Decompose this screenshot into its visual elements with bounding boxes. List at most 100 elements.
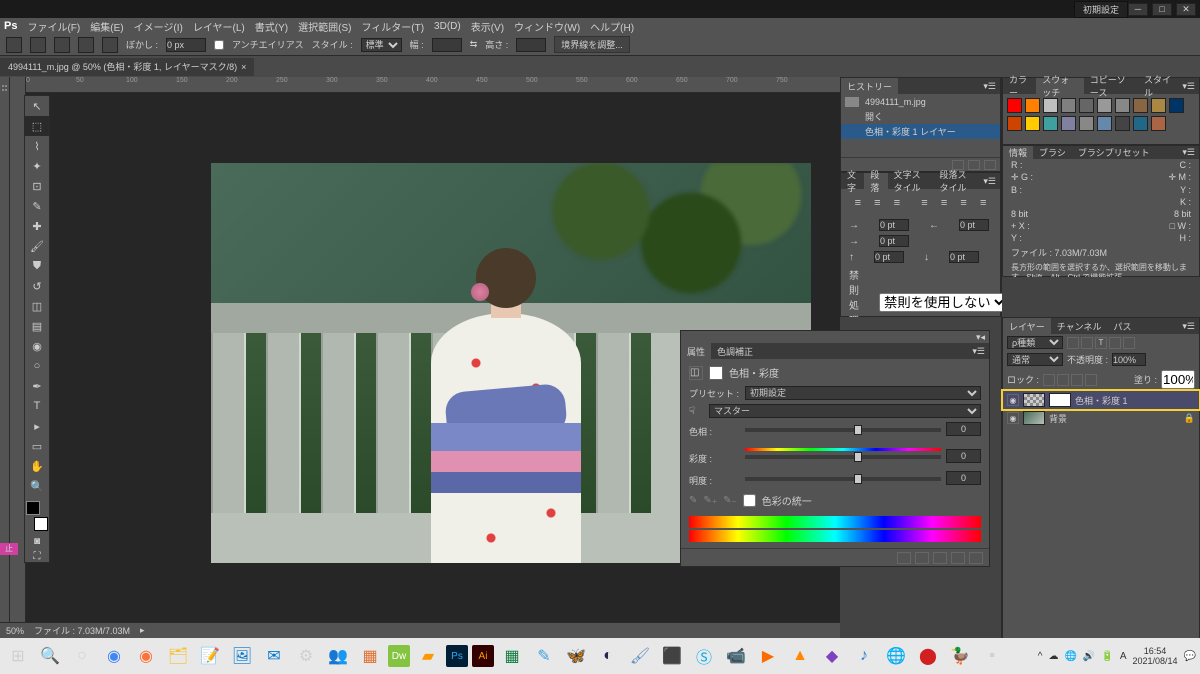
paragraph-menu-icon[interactable]: ▾☰ xyxy=(979,176,1000,187)
wand-tool[interactable]: ✦ xyxy=(25,156,49,176)
layer-adjust-thumbnail[interactable] xyxy=(1023,393,1045,407)
filter-smart-icon[interactable] xyxy=(1123,337,1135,349)
zoom-level[interactable]: 50% xyxy=(6,626,24,636)
reset-icon[interactable] xyxy=(933,552,947,564)
filter-adjust-icon[interactable] xyxy=(1081,337,1093,349)
saturation-value[interactable]: 0 xyxy=(946,449,981,463)
type-tool[interactable]: T xyxy=(25,396,49,416)
photoshop-icon[interactable]: Ps xyxy=(446,645,468,667)
marquee-preset-icon[interactable] xyxy=(30,37,46,53)
charstyle-tab[interactable]: 文字スタイル xyxy=(888,173,934,189)
filter-shape-icon[interactable] xyxy=(1109,337,1121,349)
app2-icon[interactable]: ✎ xyxy=(530,642,558,670)
blend-mode-select[interactable]: 通常 xyxy=(1007,353,1063,366)
paragraph-tab[interactable]: 段落 xyxy=(864,173,887,189)
app3-icon[interactable]: ▪ xyxy=(978,642,1006,670)
swatch[interactable] xyxy=(1025,116,1040,131)
shape-tool[interactable]: ▭ xyxy=(25,436,49,456)
swatch[interactable] xyxy=(1115,116,1130,131)
layers-tab[interactable]: レイヤー xyxy=(1003,318,1051,334)
menu-view[interactable]: 表示(V) xyxy=(471,19,504,34)
eraser-tool[interactable]: ◫ xyxy=(25,296,49,316)
kinsoku-select[interactable]: 禁則を使用しない xyxy=(879,293,1008,312)
history-brush-tool[interactable]: ↺ xyxy=(25,276,49,296)
system-tray[interactable]: ^ ☁ 🌐 🔊 🔋 A 16:54 2021/08/14 💬 xyxy=(1038,646,1196,666)
filter-type-icon[interactable]: T xyxy=(1095,337,1107,349)
search-icon[interactable]: 🔍 xyxy=(36,642,64,670)
layer-visibility-icon[interactable]: ◉ xyxy=(1007,412,1019,424)
brush-tab[interactable]: ブラシ xyxy=(1033,146,1072,159)
lightness-slider[interactable] xyxy=(854,474,862,484)
music-icon[interactable]: ♪ xyxy=(850,642,878,670)
swatch[interactable] xyxy=(1169,98,1184,113)
clonesrc-tab[interactable]: コピーソース xyxy=(1084,78,1138,94)
tray-network-icon[interactable]: 🌐 xyxy=(1064,651,1076,662)
swatch[interactable] xyxy=(1079,116,1094,131)
menu-layer[interactable]: レイヤー(L) xyxy=(193,19,245,34)
eyedropper-tool[interactable]: ✎ xyxy=(25,196,49,216)
app-icon[interactable]: ▦ xyxy=(356,642,384,670)
tray-volume-icon[interactable]: 🔊 xyxy=(1083,651,1095,662)
hue-slider[interactable] xyxy=(854,425,862,435)
justify-left-icon[interactable]: ≡ xyxy=(916,193,934,213)
settings-icon[interactable]: ⚙ xyxy=(292,642,320,670)
mask-type-icon[interactable] xyxy=(709,366,723,380)
fill-input[interactable] xyxy=(1161,370,1195,389)
history-snapshot[interactable]: 4994111_m.jpg xyxy=(841,94,1000,109)
align-right-icon[interactable]: ≡ xyxy=(888,193,906,213)
layer-huesat[interactable]: ◉ 色相・彩度 1 xyxy=(1003,391,1199,409)
style-select[interactable]: 標準 xyxy=(361,38,402,52)
info-tab[interactable]: 情報 xyxy=(1003,146,1033,159)
paths-tab[interactable]: パス xyxy=(1107,318,1137,334)
layer-name[interactable]: 背景 xyxy=(1049,412,1067,425)
lasso-tool[interactable]: ⌇ xyxy=(25,136,49,156)
tray-battery-icon[interactable]: 🔋 xyxy=(1101,651,1113,662)
justify-right-icon[interactable]: ≡ xyxy=(955,193,973,213)
filter-pixel-icon[interactable] xyxy=(1067,337,1079,349)
foreground-color[interactable] xyxy=(26,501,40,515)
swatch[interactable] xyxy=(1133,98,1148,113)
layer-visibility-icon[interactable]: ◉ xyxy=(1007,394,1019,406)
layer-background[interactable]: ◉ 背景 🔒 xyxy=(1003,409,1199,427)
start-button[interactable]: ⊞ xyxy=(4,642,32,670)
properties-tab[interactable]: 属性 xyxy=(681,343,711,359)
paint-icon[interactable]: 🖌 xyxy=(626,642,654,670)
adjustments-tab[interactable]: 色調補正 xyxy=(711,343,759,359)
globe-icon[interactable]: 🌐 xyxy=(882,642,910,670)
dreamweaver-icon[interactable]: Dw xyxy=(388,645,410,667)
marquee-add-icon[interactable] xyxy=(54,37,70,53)
sublime-icon[interactable]: ▰ xyxy=(414,642,442,670)
delete-adjust-icon[interactable] xyxy=(969,552,983,564)
history-tab[interactable]: ヒストリー xyxy=(841,78,898,94)
history-trash-icon[interactable] xyxy=(984,160,996,170)
brush-tool[interactable]: 🖌 xyxy=(25,236,49,256)
marquee-tool[interactable]: ⬚ xyxy=(25,116,49,136)
swatch[interactable] xyxy=(1097,116,1112,131)
marquee-sub-icon[interactable] xyxy=(78,37,94,53)
eyedropper-icon[interactable]: ✎ xyxy=(689,495,697,506)
tray-ime-icon[interactable]: A xyxy=(1120,651,1127,662)
eyedropper-sub-icon[interactable]: ✎₋ xyxy=(723,495,737,506)
saturation-slider[interactable] xyxy=(854,452,862,462)
vlc-icon[interactable]: ▲ xyxy=(786,642,814,670)
crop-tool[interactable]: ⊡ xyxy=(25,176,49,196)
illustrator-icon[interactable]: Ai xyxy=(472,645,494,667)
screen-mode-icon[interactable]: ⛶ xyxy=(25,551,49,562)
menu-filter[interactable]: フィルター(T) xyxy=(361,19,424,34)
skype-icon[interactable]: Ⓢ xyxy=(690,642,718,670)
butterfly-icon[interactable]: 🦋 xyxy=(562,642,590,670)
history-step-huesat[interactable]: 色相・彩度 1 レイヤー xyxy=(841,124,1000,139)
toggle-visibility-icon[interactable] xyxy=(951,552,965,564)
photos-icon[interactable]: 🖼 xyxy=(228,642,256,670)
swatch[interactable] xyxy=(1007,116,1022,131)
quick-mask-icon[interactable]: ◙ xyxy=(25,536,49,547)
swatch[interactable] xyxy=(1115,98,1130,113)
menu-type[interactable]: 書式(Y) xyxy=(255,19,288,34)
menu-edit[interactable]: 編集(E) xyxy=(90,19,123,34)
path-select-tool[interactable]: ▸ xyxy=(25,416,49,436)
swatch[interactable] xyxy=(1061,116,1076,131)
move-tool[interactable]: ↖ xyxy=(25,96,49,116)
props-menu-icon[interactable]: ▾☰ xyxy=(968,346,989,357)
duck-icon[interactable]: 🦆 xyxy=(946,642,974,670)
target-adjust-icon[interactable]: ☟ xyxy=(689,406,703,417)
